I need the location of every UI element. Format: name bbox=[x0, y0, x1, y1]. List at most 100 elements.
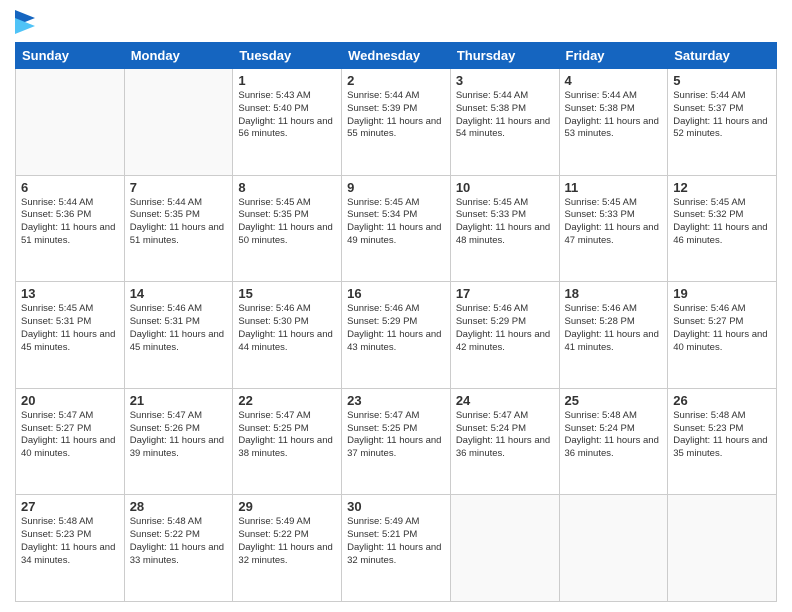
calendar-cell: 4 Sunrise: 5:44 AMSunset: 5:38 PMDaylight… bbox=[559, 69, 668, 176]
calendar-cell bbox=[450, 495, 559, 602]
day-info: Sunrise: 5:44 AMSunset: 5:36 PMDaylight:… bbox=[21, 197, 119, 248]
day-number: 12 bbox=[673, 180, 771, 195]
calendar-cell: 26 Sunrise: 5:48 AMSunset: 5:23 PMDayligh… bbox=[668, 388, 777, 495]
day-info: Sunrise: 5:45 AMSunset: 5:31 PMDaylight:… bbox=[21, 303, 119, 354]
day-number: 19 bbox=[673, 286, 771, 301]
logo-icon bbox=[15, 10, 35, 34]
calendar-cell: 21Sunrise: 5:47 AMSunset: 5:26 PMDayligh… bbox=[124, 388, 233, 495]
calendar-table: SundayMondayTuesdayWednesdayThursdayFrid… bbox=[15, 42, 777, 602]
day-info: Sunrise: 5:45 AMSunset: 5:32 PMDaylight:… bbox=[673, 197, 771, 248]
day-number: 1 bbox=[238, 73, 336, 88]
day-number: 16 bbox=[347, 286, 445, 301]
calendar-cell: 5 Sunrise: 5:44 AMSunset: 5:37 PMDaylight… bbox=[668, 69, 777, 176]
calendar-cell bbox=[16, 69, 125, 176]
day-info: Sunrise: 5:46 AMSunset: 5:31 PMDaylight:… bbox=[130, 303, 228, 354]
day-number: 14 bbox=[130, 286, 228, 301]
day-number: 8 bbox=[238, 180, 336, 195]
day-info: Sunrise: 5:48 AMSunset: 5:24 PMDaylight:… bbox=[565, 410, 663, 461]
calendar-cell: 29 Sunrise: 5:49 AMSunset: 5:22 PMDayligh… bbox=[233, 495, 342, 602]
calendar-cell bbox=[559, 495, 668, 602]
calendar-cell bbox=[124, 69, 233, 176]
day-number: 20 bbox=[21, 393, 119, 408]
calendar-cell: 12 Sunrise: 5:45 AMSunset: 5:32 PMDayligh… bbox=[668, 175, 777, 282]
calendar-cell: 1 Sunrise: 5:43 AMSunset: 5:40 PMDaylight… bbox=[233, 69, 342, 176]
calendar-cell: 30 Sunrise: 5:49 AMSunset: 5:21 PMDayligh… bbox=[342, 495, 451, 602]
day-number: 9 bbox=[347, 180, 445, 195]
header bbox=[15, 10, 777, 34]
day-info: Sunrise: 5:46 AMSunset: 5:29 PMDaylight:… bbox=[456, 303, 554, 354]
calendar-cell: 20 Sunrise: 5:47 AMSunset: 5:27 PMDayligh… bbox=[16, 388, 125, 495]
day-info: Sunrise: 5:48 AMSunset: 5:23 PMDaylight:… bbox=[673, 410, 771, 461]
page: SundayMondayTuesdayWednesdayThursdayFrid… bbox=[0, 0, 792, 612]
weekday-header-tuesday: Tuesday bbox=[233, 43, 342, 69]
day-number: 3 bbox=[456, 73, 554, 88]
calendar-cell: 23 Sunrise: 5:47 AMSunset: 5:25 PMDayligh… bbox=[342, 388, 451, 495]
calendar-cell: 13 Sunrise: 5:45 AMSunset: 5:31 PMDayligh… bbox=[16, 282, 125, 389]
day-info: Sunrise: 5:49 AMSunset: 5:21 PMDaylight:… bbox=[347, 516, 445, 567]
day-number: 24 bbox=[456, 393, 554, 408]
day-number: 4 bbox=[565, 73, 663, 88]
day-number: 22 bbox=[238, 393, 336, 408]
day-info: Sunrise: 5:43 AMSunset: 5:40 PMDaylight:… bbox=[238, 90, 336, 141]
day-info: Sunrise: 5:47 AMSunset: 5:24 PMDaylight:… bbox=[456, 410, 554, 461]
day-info: Sunrise: 5:44 AMSunset: 5:35 PMDaylight:… bbox=[130, 197, 228, 248]
day-number: 28 bbox=[130, 499, 228, 514]
weekday-header-monday: Monday bbox=[124, 43, 233, 69]
calendar-cell: 7Sunrise: 5:44 AMSunset: 5:35 PMDaylight… bbox=[124, 175, 233, 282]
day-info: Sunrise: 5:48 AMSunset: 5:23 PMDaylight:… bbox=[21, 516, 119, 567]
day-info: Sunrise: 5:45 AMSunset: 5:34 PMDaylight:… bbox=[347, 197, 445, 248]
day-info: Sunrise: 5:44 AMSunset: 5:38 PMDaylight:… bbox=[456, 90, 554, 141]
day-number: 27 bbox=[21, 499, 119, 514]
logo bbox=[15, 10, 39, 34]
day-number: 5 bbox=[673, 73, 771, 88]
weekday-header-sunday: Sunday bbox=[16, 43, 125, 69]
day-info: Sunrise: 5:45 AMSunset: 5:33 PMDaylight:… bbox=[456, 197, 554, 248]
calendar-cell: 17 Sunrise: 5:46 AMSunset: 5:29 PMDayligh… bbox=[450, 282, 559, 389]
day-info: Sunrise: 5:46 AMSunset: 5:27 PMDaylight:… bbox=[673, 303, 771, 354]
day-info: Sunrise: 5:48 AMSunset: 5:22 PMDaylight:… bbox=[130, 516, 228, 567]
day-info: Sunrise: 5:44 AMSunset: 5:38 PMDaylight:… bbox=[565, 90, 663, 141]
day-number: 17 bbox=[456, 286, 554, 301]
day-info: Sunrise: 5:49 AMSunset: 5:22 PMDaylight:… bbox=[238, 516, 336, 567]
calendar-cell: 11 Sunrise: 5:45 AMSunset: 5:33 PMDayligh… bbox=[559, 175, 668, 282]
calendar-cell: 3 Sunrise: 5:44 AMSunset: 5:38 PMDaylight… bbox=[450, 69, 559, 176]
day-info: Sunrise: 5:46 AMSunset: 5:29 PMDaylight:… bbox=[347, 303, 445, 354]
calendar-cell bbox=[668, 495, 777, 602]
day-info: Sunrise: 5:46 AMSunset: 5:28 PMDaylight:… bbox=[565, 303, 663, 354]
weekday-header-wednesday: Wednesday bbox=[342, 43, 451, 69]
day-number: 11 bbox=[565, 180, 663, 195]
day-info: Sunrise: 5:44 AMSunset: 5:37 PMDaylight:… bbox=[673, 90, 771, 141]
day-number: 13 bbox=[21, 286, 119, 301]
calendar-cell: 6 Sunrise: 5:44 AMSunset: 5:36 PMDaylight… bbox=[16, 175, 125, 282]
day-number: 29 bbox=[238, 499, 336, 514]
day-number: 10 bbox=[456, 180, 554, 195]
calendar-cell: 10 Sunrise: 5:45 AMSunset: 5:33 PMDayligh… bbox=[450, 175, 559, 282]
calendar-cell: 28 Sunrise: 5:48 AMSunset: 5:22 PMDayligh… bbox=[124, 495, 233, 602]
day-number: 15 bbox=[238, 286, 336, 301]
calendar-cell: 25 Sunrise: 5:48 AMSunset: 5:24 PMDayligh… bbox=[559, 388, 668, 495]
day-number: 2 bbox=[347, 73, 445, 88]
weekday-header-saturday: Saturday bbox=[668, 43, 777, 69]
day-number: 18 bbox=[565, 286, 663, 301]
calendar-cell: 24 Sunrise: 5:47 AMSunset: 5:24 PMDayligh… bbox=[450, 388, 559, 495]
day-info: Sunrise: 5:44 AMSunset: 5:39 PMDaylight:… bbox=[347, 90, 445, 141]
day-info: Sunrise: 5:46 AMSunset: 5:30 PMDaylight:… bbox=[238, 303, 336, 354]
calendar-cell: 2 Sunrise: 5:44 AMSunset: 5:39 PMDaylight… bbox=[342, 69, 451, 176]
weekday-header-friday: Friday bbox=[559, 43, 668, 69]
weekday-header-thursday: Thursday bbox=[450, 43, 559, 69]
calendar-cell: 19 Sunrise: 5:46 AMSunset: 5:27 PMDayligh… bbox=[668, 282, 777, 389]
calendar-cell: 8 Sunrise: 5:45 AMSunset: 5:35 PMDaylight… bbox=[233, 175, 342, 282]
calendar-cell: 18 Sunrise: 5:46 AMSunset: 5:28 PMDayligh… bbox=[559, 282, 668, 389]
day-info: Sunrise: 5:47 AMSunset: 5:25 PMDaylight:… bbox=[347, 410, 445, 461]
day-number: 25 bbox=[565, 393, 663, 408]
day-info: Sunrise: 5:45 AMSunset: 5:35 PMDaylight:… bbox=[238, 197, 336, 248]
day-info: Sunrise: 5:47 AMSunset: 5:27 PMDaylight:… bbox=[21, 410, 119, 461]
day-number: 6 bbox=[21, 180, 119, 195]
calendar-cell: 16 Sunrise: 5:46 AMSunset: 5:29 PMDayligh… bbox=[342, 282, 451, 389]
day-number: 23 bbox=[347, 393, 445, 408]
day-number: 26 bbox=[673, 393, 771, 408]
day-number: 30 bbox=[347, 499, 445, 514]
day-info: Sunrise: 5:47 AMSunset: 5:26 PMDaylight:… bbox=[130, 410, 228, 461]
day-info: Sunrise: 5:45 AMSunset: 5:33 PMDaylight:… bbox=[565, 197, 663, 248]
calendar-cell: 9 Sunrise: 5:45 AMSunset: 5:34 PMDaylight… bbox=[342, 175, 451, 282]
